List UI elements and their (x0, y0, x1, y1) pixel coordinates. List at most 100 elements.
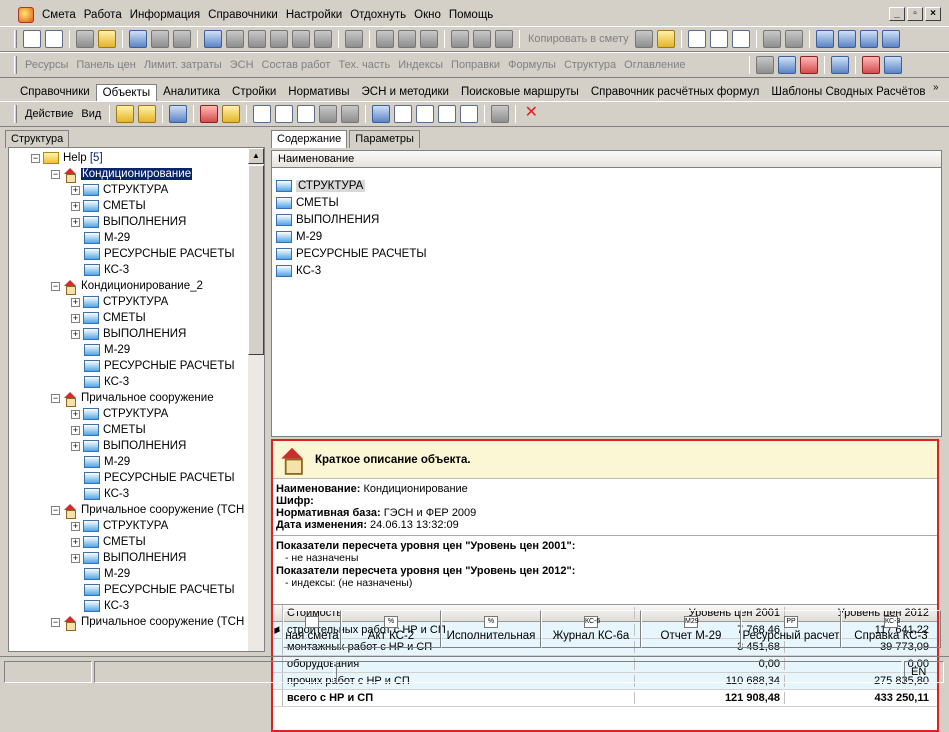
tree-add-icon[interactable] (45, 30, 63, 48)
contents-button[interactable]: Оглавление (620, 59, 689, 71)
collapse-icon[interactable]: − (51, 617, 60, 627)
list-item[interactable]: ВЫПОЛНЕНИЯ (276, 212, 379, 228)
expand-icon[interactable]: + (71, 329, 80, 339)
outdent-icon[interactable] (837, 30, 856, 48)
report-tab[interactable]: М29 Отчет М-29 (641, 610, 741, 648)
arrow-down-icon[interactable] (341, 105, 360, 123)
tab-formulas-ref[interactable]: Справочник расчётных формул (585, 84, 766, 100)
minimize-button[interactable]: _ (889, 7, 905, 21)
cut-icon[interactable] (451, 30, 469, 48)
table-row[interactable]: всего с НР и СП 121 908,48 433 250,11 (273, 690, 937, 707)
menu-smeta[interactable]: Смета (38, 9, 80, 21)
toolbar-grip[interactable] (14, 30, 17, 48)
calculator-icon[interactable] (76, 30, 94, 48)
insert-icon[interactable] (226, 30, 244, 48)
work-composition-button[interactable]: Состав работ (258, 59, 335, 71)
expand-icon[interactable]: + (71, 521, 80, 531)
structure-button[interactable]: Структура (560, 59, 620, 71)
tab-esn-methods[interactable]: ЭСН и методики (356, 84, 455, 100)
formulas-button[interactable]: Формулы (504, 59, 560, 71)
layers-icon[interactable] (884, 56, 903, 74)
expand-icon[interactable]: + (71, 441, 80, 451)
restore-button[interactable]: ▫ (907, 7, 923, 21)
copy-estimate-icon[interactable] (634, 30, 653, 48)
tab-summary-templates[interactable]: Шаблоны Сводных Расчётов (765, 84, 931, 100)
tree-child-item[interactable]: + ВЫПОЛНЕНИЯ (71, 214, 186, 230)
folder-up-icon[interactable] (116, 105, 135, 123)
action-menu[interactable]: Действие (21, 108, 77, 120)
paste-estimate-icon[interactable] (656, 30, 675, 48)
m29-icon[interactable] (416, 105, 435, 123)
filter-icon[interactable] (762, 30, 781, 48)
limit-costs-button[interactable]: Лимит. затраты (140, 59, 226, 71)
tree-child-item[interactable]: + ВЫПОЛНЕНИЯ (71, 326, 186, 342)
copy-rows-icon[interactable] (292, 30, 310, 48)
outdent2-icon[interactable] (881, 30, 900, 48)
expand-icon[interactable]: + (71, 409, 80, 419)
undo-icon[interactable] (173, 30, 191, 48)
car-icon[interactable] (831, 56, 850, 74)
report-tab[interactable]: ная смета (283, 610, 341, 648)
tree-child-item[interactable]: КС-3 (84, 374, 129, 390)
pp-icon[interactable] (731, 30, 750, 48)
tab-parameters[interactable]: Параметры (349, 130, 420, 148)
tree-child-item[interactable]: + ВЫПОЛНЕНИЯ (71, 550, 186, 566)
new-object-icon[interactable] (200, 105, 219, 123)
tree-child-item[interactable]: М-29 (84, 230, 130, 246)
corrections-button[interactable]: Поправки (447, 59, 504, 71)
save-icon[interactable] (129, 30, 147, 48)
percent-icon[interactable] (394, 105, 413, 123)
tree-root[interactable]: − Help [5] (31, 150, 103, 166)
indent2-icon[interactable] (859, 30, 878, 48)
pc2-icon[interactable] (709, 30, 728, 48)
expand-icon[interactable]: + (71, 297, 80, 307)
tab-references[interactable]: Справочники (14, 84, 96, 100)
print-icon[interactable] (314, 30, 332, 48)
bricks-icon[interactable] (800, 56, 819, 74)
menu-work[interactable]: Работа (80, 9, 126, 21)
collapse-icon[interactable]: − (31, 153, 40, 163)
close-button[interactable]: × (925, 7, 941, 21)
report-tab[interactable]: РР Ресурсный расчет (741, 610, 841, 648)
price-panel-button[interactable]: Панель цен (72, 59, 139, 71)
search-icon[interactable] (98, 30, 116, 48)
tree-object[interactable]: − Причальное сооружение (ТСН (51, 502, 244, 519)
sync-icon[interactable] (204, 30, 222, 48)
tab-content[interactable]: Содержание (271, 130, 348, 148)
report-tab[interactable]: % Исполнительная (441, 610, 541, 648)
esn-button[interactable]: ЭСН (226, 59, 258, 71)
tree-icon[interactable] (23, 30, 41, 48)
import-icon[interactable] (372, 105, 391, 123)
tree-child-item[interactable]: М-29 (84, 342, 130, 358)
cancel-icon[interactable]: ✕ (522, 105, 540, 123)
copy-icon[interactable] (473, 30, 491, 48)
filter2-icon[interactable] (784, 30, 803, 48)
expand-icon[interactable]: + (71, 553, 80, 563)
tree-scrollbar[interactable]: ▲ (248, 148, 264, 651)
menu-window[interactable]: Окно (410, 9, 445, 21)
tree-child-item[interactable]: РЕСУРСНЫЕ РАСЧЕТЫ (84, 582, 235, 598)
tree-child-item[interactable]: + СМЕТЫ (71, 310, 146, 326)
estimate-pc2-icon[interactable] (275, 105, 294, 123)
list-item[interactable]: РЕСУРСНЫЕ РАСЧЕТЫ (276, 246, 427, 262)
tree-child-item[interactable]: КС-3 (84, 262, 129, 278)
delete-icon[interactable] (345, 30, 363, 48)
tree-child-item[interactable]: РЕСУРСНЫЕ РАСЧЕТЫ (84, 358, 235, 374)
tree-child-item[interactable]: + СМЕТЫ (71, 534, 146, 550)
move-icon[interactable] (376, 30, 394, 48)
resources-button[interactable]: Ресурсы (21, 59, 72, 71)
window-icon[interactable] (491, 105, 510, 123)
tab-search-routes[interactable]: Поисковые маршруты (455, 84, 585, 100)
tree-child-item[interactable]: + СТРУКТУРА (71, 294, 168, 310)
pp-report-icon[interactable] (438, 105, 457, 123)
expand-icon[interactable]: + (71, 217, 80, 227)
note-icon[interactable] (270, 30, 288, 48)
collapse-icon[interactable]: − (51, 281, 60, 291)
object-group-icon[interactable] (222, 105, 241, 123)
tree-object[interactable]: − Кондиционирование_2 (51, 278, 203, 295)
tree-child-item[interactable]: + СТРУКТУРА (71, 518, 168, 534)
estimate-pp-icon[interactable] (297, 105, 316, 123)
folder-new-icon[interactable] (138, 105, 157, 123)
column-header-name[interactable]: Наименование (272, 151, 941, 168)
tab-structure[interactable]: Структура (5, 130, 70, 148)
